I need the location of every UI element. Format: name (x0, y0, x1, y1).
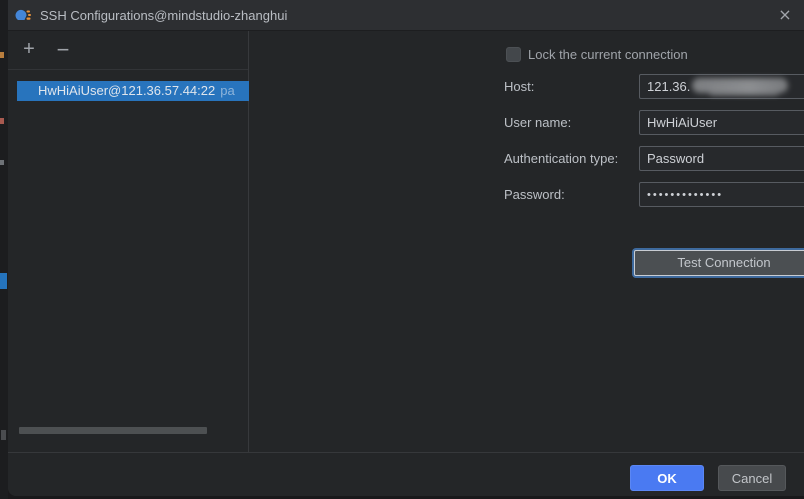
configurations-sidebar: + − HwHiAiUser@121.36.57.44:22 pa (8, 31, 249, 452)
list-item-label: HwHiAiUser@121.36.57.44:22 (38, 83, 215, 98)
host-field-wrap (639, 74, 804, 99)
close-icon[interactable]: × (772, 3, 798, 27)
background-glyph (1, 430, 6, 440)
remove-configuration-button[interactable]: − (50, 37, 76, 63)
background-glyph (0, 52, 4, 58)
lock-connection-label: Lock the current connection (528, 47, 688, 63)
dialog-footer: OK Cancel (8, 452, 804, 496)
auth-type-label: Authentication type: (504, 146, 618, 171)
host-label: Host: (504, 74, 534, 99)
ssh-config-list-item-selected[interactable]: HwHiAiUser@121.36.57.44:22 pa (17, 81, 249, 101)
username-label: User name: (504, 110, 571, 135)
screen: { "window": { "title": "SSH Configuratio… (0, 0, 804, 499)
background-selection-sliver (0, 273, 7, 289)
add-configuration-button[interactable]: + (16, 37, 42, 63)
mindstudio-app-icon (15, 7, 32, 24)
password-input[interactable] (639, 182, 804, 207)
horizontal-scrollbar[interactable] (19, 427, 207, 434)
dialog-title: SSH Configurations@mindstudio-zhanghui (40, 8, 287, 23)
background-glyph (0, 118, 4, 124)
list-item-auth-suffix: pa (220, 83, 234, 98)
background-window-edge (0, 0, 8, 499)
auth-type-value: Password (647, 151, 704, 166)
auth-type-select[interactable]: Password (639, 146, 804, 171)
sidebar-toolbar: + − (8, 31, 248, 70)
lock-connection-checkbox[interactable] (506, 47, 521, 62)
background-glyph (0, 160, 4, 165)
ssh-configurations-dialog: SSH Configurations@mindstudio-zhanghui ×… (8, 0, 804, 496)
ssh-config-form: Lock the current connection Host: Port: … (249, 31, 804, 452)
dialog-titlebar[interactable]: SSH Configurations@mindstudio-zhanghui × (8, 0, 804, 31)
password-label: Password: (504, 182, 565, 207)
host-input[interactable] (639, 74, 804, 99)
username-input[interactable] (639, 110, 804, 135)
ok-button[interactable]: OK (630, 465, 704, 491)
test-connection-button[interactable]: Test Connection (634, 250, 804, 276)
cancel-button[interactable]: Cancel (718, 465, 786, 491)
